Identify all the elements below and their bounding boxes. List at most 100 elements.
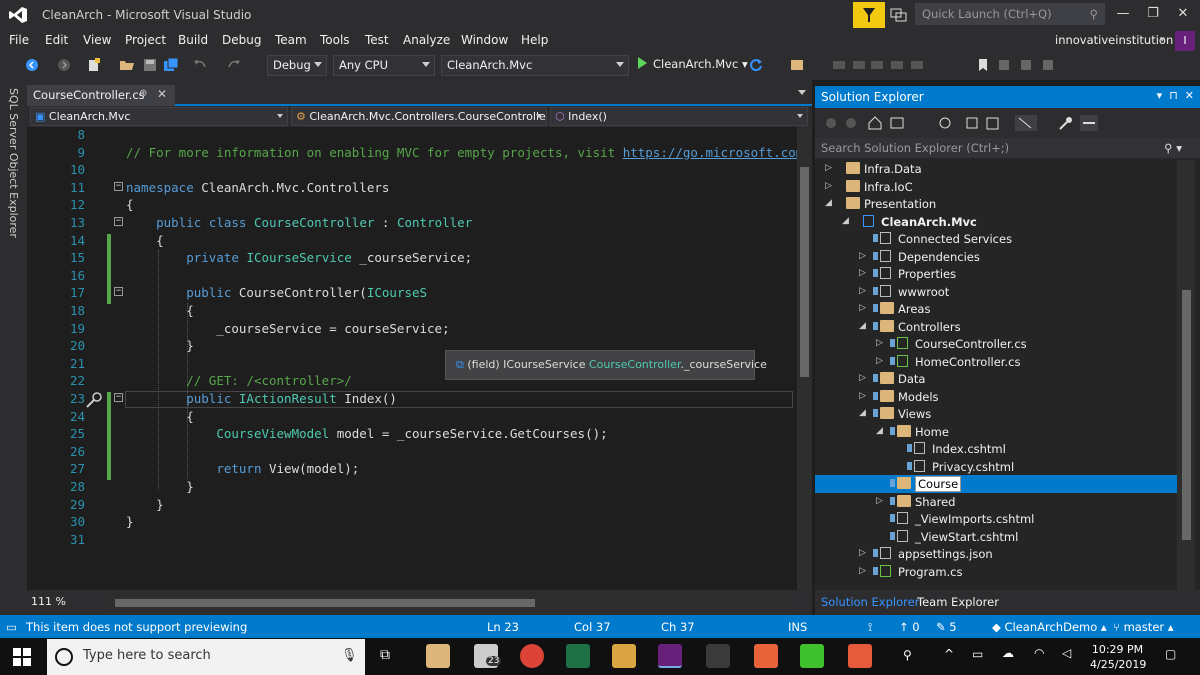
menu-help[interactable]: Help xyxy=(521,33,548,47)
account-name[interactable]: innovativeinstitution xyxy=(1055,33,1173,47)
close-button[interactable]: ✕ xyxy=(1175,6,1191,22)
code-line[interactable]: 16 xyxy=(27,268,797,286)
menu-view[interactable]: View xyxy=(83,33,111,47)
properties-wrench-icon[interactable] xyxy=(1058,115,1098,131)
wifi-icon[interactable]: ◠ xyxy=(1034,646,1044,660)
tree-item-program-cs[interactable]: ▷ Program.cs xyxy=(815,563,1177,581)
save-all-icon[interactable] xyxy=(163,57,179,73)
code-line[interactable]: 8 xyxy=(27,127,797,145)
tree-item-infra-data[interactable]: ▷ Infra.Data xyxy=(815,160,1177,178)
collapse-toggle[interactable]: − xyxy=(114,217,123,226)
tree-item-index-cshtml[interactable]: Index.cshtml xyxy=(815,440,1177,458)
tab-solution-explorer[interactable]: Solution Explorer xyxy=(821,595,919,609)
tree-item-dependencies[interactable]: ▷ Dependencies xyxy=(815,248,1177,266)
expand-icon[interactable]: ▷ xyxy=(859,391,866,401)
source-control-icon[interactable]: ⟟ xyxy=(868,620,872,635)
tree-item-coursecontroller-cs[interactable]: ▷ CourseController.cs xyxy=(815,335,1177,353)
chrome-icon[interactable] xyxy=(520,644,544,668)
tree-item-viewstart-cshtml[interactable]: _ViewStart.cshtml xyxy=(815,528,1177,546)
expand-icon[interactable]: ▷ xyxy=(859,251,866,261)
file-explorer-icon[interactable] xyxy=(426,644,450,668)
tree-item-appsettings-json[interactable]: ▷ appsettings.json xyxy=(815,545,1177,563)
member-nav-select[interactable]: ⬡ Index() xyxy=(550,107,808,126)
menu-edit[interactable]: Edit xyxy=(45,33,68,47)
volume-icon[interactable]: ◁ xyxy=(1062,646,1071,660)
close-icon[interactable]: ✕ xyxy=(1185,89,1194,102)
editor-horizontal-scrollbar[interactable] xyxy=(107,597,787,609)
tree-item-infra-ioc[interactable]: ▷ Infra.IoC xyxy=(815,178,1177,196)
refresh-icon[interactable] xyxy=(748,57,764,73)
panel-menu-icon[interactable]: ▾ xyxy=(1157,89,1163,102)
onedrive-icon[interactable]: ☁ xyxy=(1002,646,1014,660)
expand-icon[interactable]: ▷ xyxy=(859,286,866,296)
expand-icon[interactable]: ▷ xyxy=(825,163,832,173)
code-line[interactable]: 13 − public class CourseController : Cont… xyxy=(27,215,797,233)
code-line[interactable]: 28 } xyxy=(27,479,797,497)
project-nav-select[interactable]: ▣ CleanArch.Mvc xyxy=(30,107,288,126)
code-line[interactable]: 17 − public CourseController(ICourseS xyxy=(27,285,797,303)
expand-icon[interactable]: ▷ xyxy=(825,181,832,191)
action-center-icon[interactable]: ▢ xyxy=(1165,647,1176,661)
bookmark-icons[interactable] xyxy=(977,57,1067,73)
tab-coursecontroller[interactable]: CourseController.cs ⊕ ✕ xyxy=(27,85,175,106)
menu-analyze[interactable]: Analyze xyxy=(403,33,450,47)
open-folder-icon[interactable] xyxy=(119,57,135,73)
minimize-button[interactable]: — xyxy=(1115,6,1131,22)
app-box-icon[interactable] xyxy=(754,644,778,668)
tree-item-connected-services[interactable]: Connected Services xyxy=(815,230,1177,248)
excel-icon[interactable] xyxy=(566,644,590,668)
toolbar-icons[interactable] xyxy=(825,115,1065,131)
tab-list-dropdown[interactable] xyxy=(798,90,806,95)
menu-window[interactable]: Window xyxy=(461,33,508,47)
task-view-icon[interactable]: ⧉ xyxy=(380,647,390,663)
class-nav-select[interactable]: ⚙ CleanArch.Mvc.Controllers.CourseContro… xyxy=(291,107,547,126)
tree-item-models[interactable]: ▷ Models xyxy=(815,388,1177,406)
code-line[interactable]: 23 − public IActionResult Index() xyxy=(27,391,797,409)
startup-project-select[interactable]: CleanArch.Mvc xyxy=(441,55,629,76)
notifications-filter-button[interactable] xyxy=(853,2,885,28)
code-line[interactable]: 10 xyxy=(27,162,797,180)
pin-icon[interactable]: ⊕ xyxy=(139,88,147,99)
expand-icon[interactable]: ▷ xyxy=(859,548,866,558)
expand-icon[interactable]: ▷ xyxy=(876,338,883,348)
show-hidden-icons[interactable]: ^ xyxy=(944,647,954,661)
expand-icon[interactable]: ▷ xyxy=(859,303,866,313)
collapse-toggle[interactable]: − xyxy=(114,287,123,297)
collapse-icon[interactable]: ◢ xyxy=(859,408,866,418)
mail-icon[interactable]: 23 xyxy=(474,644,502,668)
collapse-icon[interactable]: ◢ xyxy=(842,216,849,226)
repository-selector[interactable]: ◆ CleanArchDemo ▴ xyxy=(992,620,1107,634)
code-line[interactable]: 24 { xyxy=(27,409,797,427)
camtasia-recorder-icon[interactable] xyxy=(848,644,872,668)
collapse-toggle[interactable]: − xyxy=(114,393,123,402)
tree-item-data[interactable]: ▷ Data xyxy=(815,370,1177,388)
menu-team[interactable]: Team xyxy=(275,33,307,47)
configuration-select[interactable]: Debug xyxy=(267,55,327,76)
code-line[interactable]: 30} xyxy=(27,514,797,532)
chevron-down-icon[interactable]: ▾ xyxy=(1160,35,1165,45)
tree-item-cleanarch-mvc[interactable]: ◢ CleanArch.Mvc xyxy=(815,213,1177,231)
tree-item-presentation[interactable]: ◢ Presentation xyxy=(815,195,1177,213)
menu-project[interactable]: Project xyxy=(125,33,166,47)
menu-test[interactable]: Test xyxy=(365,33,389,47)
code-line[interactable]: 15 private ICourseService _courseService… xyxy=(27,250,797,268)
people-icon[interactable]: ⚲ xyxy=(903,648,912,662)
snipping-tool-icon[interactable] xyxy=(612,644,636,668)
solution-search-input[interactable]: Search Solution Explorer (Ctrl+;) ⚲ ▾ xyxy=(815,138,1200,158)
redo-icon[interactable] xyxy=(226,57,242,73)
taskbar-search-input[interactable]: Type here to search 🎙︎ xyxy=(47,639,365,675)
zoom-level[interactable]: 111 % xyxy=(31,595,66,608)
undo-icon[interactable] xyxy=(192,57,208,73)
new-project-icon[interactable] xyxy=(86,57,102,73)
avatar[interactable]: I xyxy=(1175,31,1195,51)
code-line[interactable]: 25 CourseViewModel model = _courseServic… xyxy=(27,426,797,444)
expand-icon[interactable]: ▷ xyxy=(859,268,866,278)
menu-build[interactable]: Build xyxy=(178,33,208,47)
pin-icon[interactable]: ⊓ xyxy=(1169,89,1178,102)
code-line[interactable]: 31 xyxy=(27,532,797,550)
platform-select[interactable]: Any CPU xyxy=(333,55,435,76)
tab-team-explorer[interactable]: Team Explorer xyxy=(917,595,999,609)
scroll-thumb[interactable] xyxy=(800,167,809,377)
editor-vertical-scrollbar[interactable] xyxy=(797,127,812,590)
tree-item-viewimports-cshtml[interactable]: _ViewImports.cshtml xyxy=(815,510,1177,528)
